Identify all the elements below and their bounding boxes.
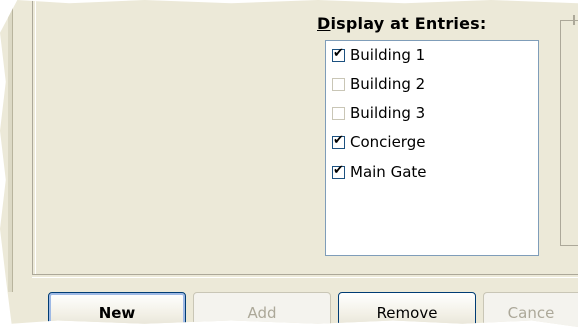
list-item-label: Building 3 bbox=[350, 104, 426, 122]
group-box-left-edge bbox=[32, 0, 36, 275]
list-item-label: Building 1 bbox=[350, 46, 426, 64]
adjacent-group-box-edge bbox=[560, 15, 578, 246]
checkmark-icon: ✔ bbox=[333, 45, 344, 61]
group-box-tick bbox=[573, 15, 575, 25]
checkbox-building-3[interactable] bbox=[332, 106, 345, 120]
list-item-label: Concierge bbox=[350, 133, 426, 151]
checkbox-concierge[interactable]: ✔ bbox=[332, 132, 345, 149]
checkmark-icon: ✔ bbox=[333, 162, 344, 178]
checkbox-building-2[interactable] bbox=[332, 77, 345, 91]
cancel-button[interactable]: Cance bbox=[483, 292, 578, 327]
list-item-main-gate[interactable]: ✔ Main Gate bbox=[332, 160, 427, 184]
label-access-key: D bbox=[317, 14, 331, 33]
group-box-bottom-edge bbox=[32, 274, 578, 278]
left-edge-bar bbox=[8, 0, 13, 292]
checkbox-building-1[interactable]: ✔ bbox=[332, 45, 345, 62]
list-item-label: Building 2 bbox=[350, 75, 426, 93]
window-fragment: Display at Entries: ✔ Building 1 Buildin… bbox=[0, 0, 578, 327]
add-button[interactable]: Add bbox=[193, 292, 331, 327]
checkbox-main-gate[interactable]: ✔ bbox=[332, 162, 345, 179]
entries-checklist[interactable]: ✔ Building 1 Building 2 Building 3 ✔ Con… bbox=[325, 40, 539, 256]
list-item-building-1[interactable]: ✔ Building 1 bbox=[332, 43, 425, 67]
list-item-concierge[interactable]: ✔ Concierge bbox=[332, 130, 425, 154]
label-text: isplay at Entries: bbox=[330, 14, 487, 33]
list-item-label: Main Gate bbox=[350, 163, 427, 181]
list-item-building-2[interactable]: Building 2 bbox=[332, 72, 425, 96]
new-button[interactable]: New bbox=[48, 292, 186, 327]
display-at-entries-label: Display at Entries: bbox=[317, 14, 486, 33]
remove-button[interactable]: Remove bbox=[338, 292, 476, 327]
list-item-building-3[interactable]: Building 3 bbox=[332, 101, 425, 125]
checkmark-icon: ✔ bbox=[333, 132, 344, 148]
